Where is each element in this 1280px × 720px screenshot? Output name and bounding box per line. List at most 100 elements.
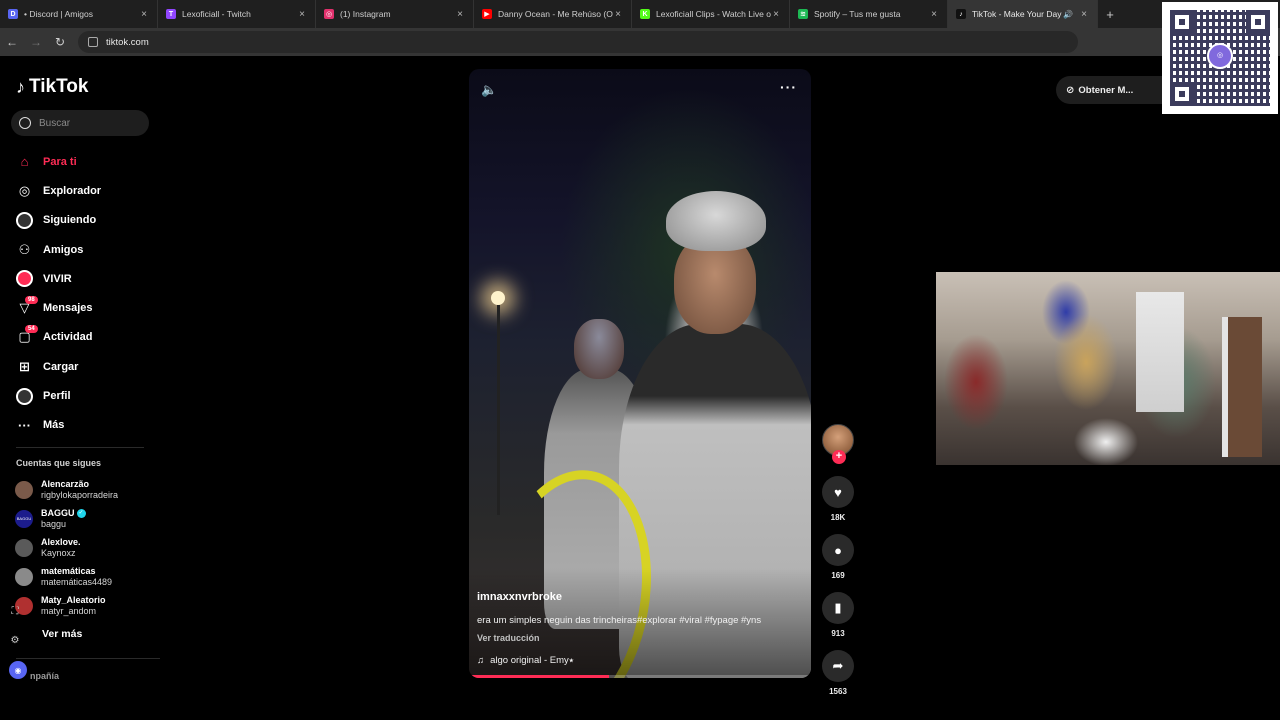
- address-bar[interactable]: tiktok.com: [78, 31, 1078, 53]
- sidebar-item-label: Más: [43, 419, 65, 432]
- verified-icon: ✓: [76, 508, 86, 518]
- following-section-title: Cuentas que sigues: [16, 458, 102, 468]
- see-more-link[interactable]: Ver más: [42, 628, 82, 640]
- sidebar-menu: ⌂ Para ti ◎ Explorador Siguiendo ⚇ Amigos VIVIR…: [16, 147, 156, 440]
- sidebar-item-siguiendo[interactable]: Siguiendo: [16, 206, 156, 235]
- like-action: ♥ 18K: [822, 476, 854, 522]
- tab-close-icon[interactable]: ×: [139, 9, 149, 20]
- sidebar-item-label: Actividad: [43, 331, 93, 344]
- mute-speaker-icon[interactable]: 🔈: [481, 82, 497, 98]
- search-input[interactable]: Buscar: [11, 110, 149, 136]
- account-handle: Kaynoxz: [41, 547, 76, 558]
- account-display-name: BAGGU: [41, 507, 75, 518]
- avatar: [15, 538, 33, 557]
- tab-title: TikTok - Make Your Day: [972, 9, 1062, 19]
- following-account[interactable]: BAGGU BAGGU ✓ baggu: [15, 504, 118, 533]
- sidebar-item-perfil[interactable]: Perfil: [16, 381, 156, 410]
- tab-title: Lexoficiall Clips - Watch Live on: [656, 9, 771, 19]
- tab-close-icon[interactable]: ×: [613, 9, 623, 20]
- video-player[interactable]: 🔈 ··· imnaxxnvrbroke era um simples negu…: [469, 69, 811, 678]
- tab-close-icon[interactable]: ×: [929, 9, 939, 20]
- follow-plus-icon[interactable]: +: [832, 450, 846, 464]
- video-progress-bar[interactable]: [469, 675, 811, 678]
- browser-tab[interactable]: K Lexoficiall Clips - Watch Live on ×: [632, 0, 790, 28]
- following-account[interactable]: Alencarzão rigbylokaporradeira: [15, 475, 118, 504]
- tab-close-icon[interactable]: ×: [771, 9, 781, 20]
- search-icon: [19, 117, 31, 129]
- following-account[interactable]: Alexlove. Kaynoxz: [15, 533, 118, 562]
- sidebar-item-explorador[interactable]: ◎ Explorador: [16, 176, 156, 205]
- tab-favicon-icon: D: [8, 9, 18, 19]
- music-note-icon: ♫: [477, 655, 485, 666]
- reload-icon[interactable]: ↻: [48, 35, 72, 49]
- sidebar-item-amigos[interactable]: ⚇ Amigos: [16, 235, 156, 264]
- site-info-icon[interactable]: [88, 37, 98, 47]
- new-tab-button[interactable]: +: [1098, 0, 1122, 28]
- forward-icon[interactable]: →: [24, 35, 48, 49]
- tab-close-icon[interactable]: ×: [297, 9, 307, 20]
- save-action: ▮ 913: [822, 592, 854, 638]
- app-icon: ⊘: [1066, 84, 1075, 96]
- tab-audio-icon[interactable]: 🔊: [1063, 10, 1073, 19]
- sidebar-item-label: Mensajes: [43, 302, 93, 315]
- video-sound[interactable]: ♫ algo original - Emy⭑: [477, 655, 574, 666]
- browser-tab[interactable]: ≋ Spotify – Tus me gusta ×: [790, 0, 948, 28]
- sidebar-item-para-ti[interactable]: ⌂ Para ti: [16, 147, 156, 176]
- company-link[interactable]: npañía: [30, 671, 59, 681]
- tab-title: Danny Ocean - Me Rehúso (Offic: [498, 9, 613, 19]
- following-account[interactable]: matemáticas matemáticas4489: [15, 563, 118, 592]
- qr-code-overlay: ◎: [1162, 2, 1278, 114]
- bookmark-icon[interactable]: ▮: [822, 592, 854, 624]
- discord-overlay-icon[interactable]: ◉: [9, 661, 27, 679]
- qr-corner: [1170, 10, 1194, 34]
- street-light: [491, 291, 505, 305]
- sidebar-item-mensajes[interactable]: ▽ 98 Mensajes: [16, 293, 156, 322]
- tab-title: (1) Instagram: [340, 9, 391, 19]
- save-count: 913: [831, 629, 845, 638]
- comment-action: ● 169: [822, 534, 854, 580]
- tab-title: Spotify – Tus me gusta: [814, 9, 901, 19]
- account-display-name: Maty_Aleatorio: [41, 595, 106, 606]
- sidebar-item-vivir[interactable]: VIVIR: [16, 264, 156, 293]
- comment-icon[interactable]: ●: [822, 534, 854, 566]
- browser-tab[interactable]: ◎ (1) Instagram ×: [316, 0, 474, 28]
- get-app-button[interactable]: ⊘ Obtener M...: [1056, 76, 1176, 104]
- heart-icon[interactable]: ♥: [822, 476, 854, 508]
- browser-tab[interactable]: T Lexoficiall - Twitch ×: [158, 0, 316, 28]
- share-action: ➦ 1563: [822, 650, 854, 696]
- browser-tab[interactable]: D • Discord | Amigos ×: [0, 0, 158, 28]
- tiktok-logo[interactable]: ♪ TikTok: [16, 76, 88, 98]
- back-icon[interactable]: ←: [0, 35, 24, 49]
- sidebar-item-m-s[interactable]: ··· Más: [16, 411, 156, 440]
- avatar: [15, 568, 33, 587]
- sidebar-item-cargar[interactable]: ⊞ Cargar: [16, 352, 156, 381]
- friends-icon: ⚇: [18, 241, 31, 257]
- account-handle: matemáticas4489: [41, 577, 113, 588]
- browser-tab[interactable]: ▶ Danny Ocean - Me Rehúso (Offic ×: [474, 0, 632, 28]
- account-handle: matyr_andom: [41, 606, 97, 617]
- qr-corner: [1170, 82, 1194, 106]
- following-avatar-icon: [16, 211, 33, 229]
- screenshot-tool-icon[interactable]: ⛶: [6, 602, 24, 620]
- browser-tab-strip: D • Discord | Amigos × T Lexoficiall - Twitc…: [0, 0, 1280, 28]
- search-placeholder: Buscar: [39, 117, 71, 129]
- browser-tab[interactable]: ♪ TikTok - Make Your Day 🔊 ×: [948, 0, 1098, 28]
- account-display-name: Alexlove.: [41, 536, 81, 547]
- tab-close-icon[interactable]: ×: [1079, 9, 1089, 20]
- sidebar-item-label: Perfil: [43, 390, 71, 403]
- following-account[interactable]: Maty_Aleatorio matyr_andom: [15, 592, 118, 621]
- video-figure-background-head: [574, 319, 624, 379]
- creator-avatar[interactable]: +: [822, 424, 854, 464]
- share-count: 1563: [829, 687, 847, 696]
- divider: [16, 447, 144, 448]
- tab-close-icon[interactable]: ×: [455, 9, 465, 20]
- translate-link[interactable]: Ver traducción: [477, 633, 540, 643]
- activity-icon: ▢ 54: [16, 324, 38, 346]
- video-username[interactable]: imnaxxnvrbroke: [477, 591, 562, 603]
- settings-tool-icon[interactable]: ⚙: [6, 631, 24, 649]
- messages-icon: ▽ 98: [16, 295, 38, 317]
- more-options-icon[interactable]: ···: [780, 79, 797, 95]
- compass-icon: ◎: [18, 182, 31, 198]
- share-icon[interactable]: ➦: [822, 650, 854, 682]
- sidebar-item-actividad[interactable]: ▢ 54 Actividad: [16, 323, 156, 352]
